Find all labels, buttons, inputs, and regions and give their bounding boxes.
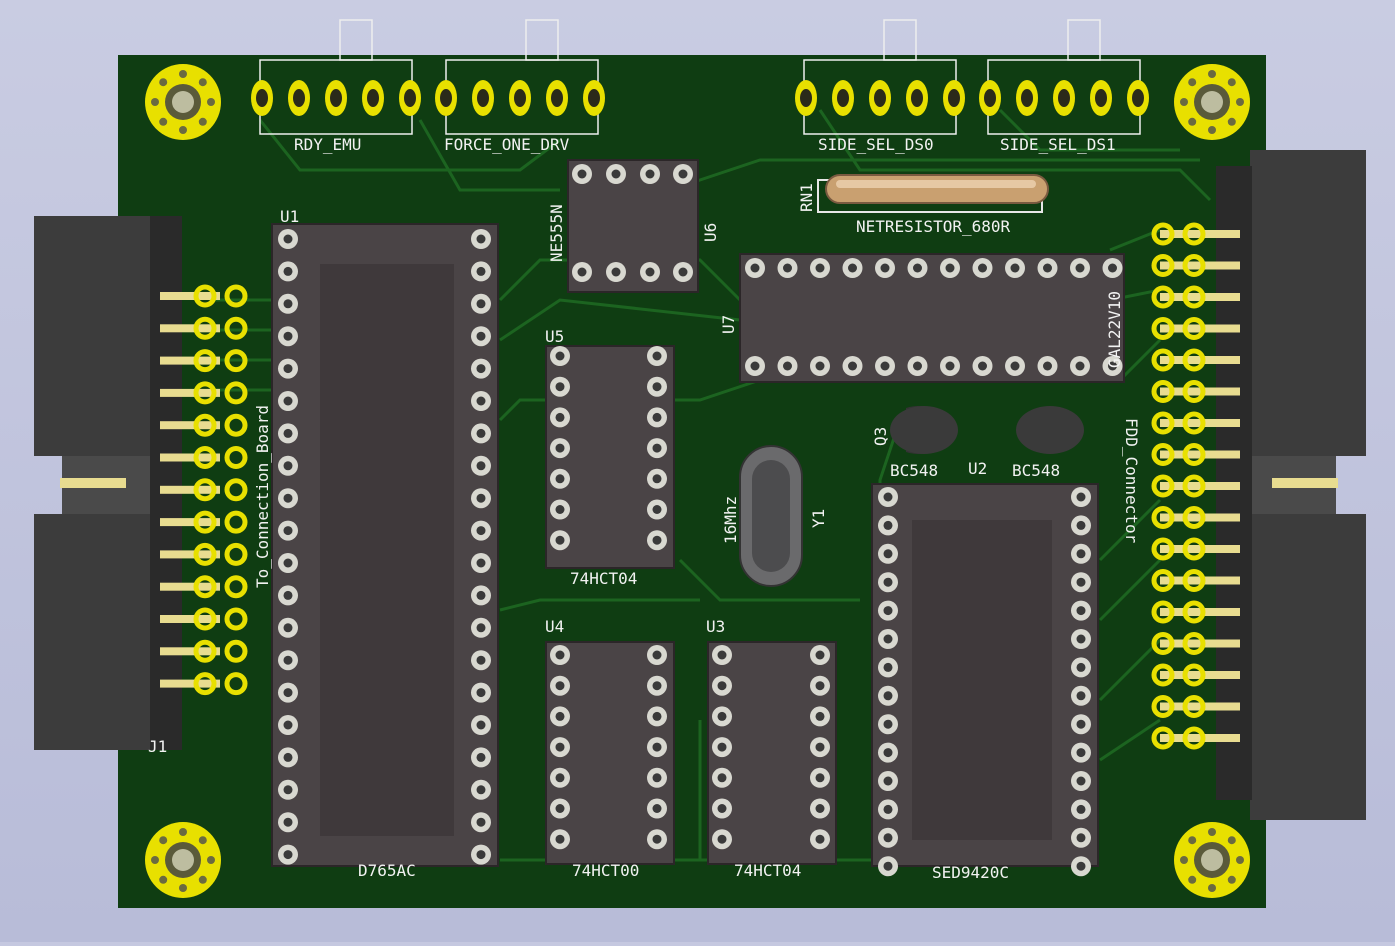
pcb-board-render: U1 D765AC U2 SED9420C U3 74HCT04 U4 74HC… <box>34 19 1366 908</box>
transistor-q2[interactable] <box>1016 406 1084 454</box>
u3-value: 74HCT04 <box>734 861 801 880</box>
u7-ref: U7 <box>719 315 738 334</box>
u1-ref: U1 <box>280 207 299 226</box>
rn1-value: NETRESISTOR_680R <box>856 217 1010 236</box>
u4-ref: U4 <box>545 617 564 636</box>
crystal-y1[interactable] <box>739 445 803 587</box>
u5-ref: U5 <box>545 327 564 346</box>
transistor-q3[interactable] <box>890 406 958 455</box>
rn1-ref: RN1 <box>797 183 816 212</box>
u7-value: GAL22V10 <box>1105 291 1124 368</box>
q3-value: BC548 <box>890 461 938 480</box>
u6-value: NE555N <box>547 204 566 262</box>
j1-value: To_Connection_Board <box>253 405 272 588</box>
j1-ref: J1 <box>148 737 167 756</box>
q2-value: BC548 <box>1012 461 1060 480</box>
pcb-3d-viewer: U1 D765AC U2 SED9420C U3 74HCT04 U4 74HC… <box>0 0 1395 942</box>
y1-value: 16Mhz <box>721 496 740 544</box>
u6-ref: U6 <box>701 223 720 242</box>
u5-value: 74HCT04 <box>570 569 637 588</box>
u2-ref: U2 <box>968 459 987 478</box>
rdy-label: RDY_EMU <box>294 135 361 154</box>
u1-value: D765AC <box>358 861 416 880</box>
force-label: FORCE_ONE_DRV <box>444 135 570 154</box>
y1-ref: Y1 <box>809 509 828 528</box>
ds1-label: SIDE_SEL_DS1 <box>1000 135 1116 154</box>
u2-value: SED9420C <box>932 863 1009 882</box>
u4-value: 74HCT00 <box>572 861 639 880</box>
u3-ref: U3 <box>706 617 725 636</box>
ds0-label: SIDE_SEL_DS0 <box>818 135 934 154</box>
q3-ref: Q3 <box>871 427 890 446</box>
j2-value: FDD_Connector <box>1122 418 1141 544</box>
